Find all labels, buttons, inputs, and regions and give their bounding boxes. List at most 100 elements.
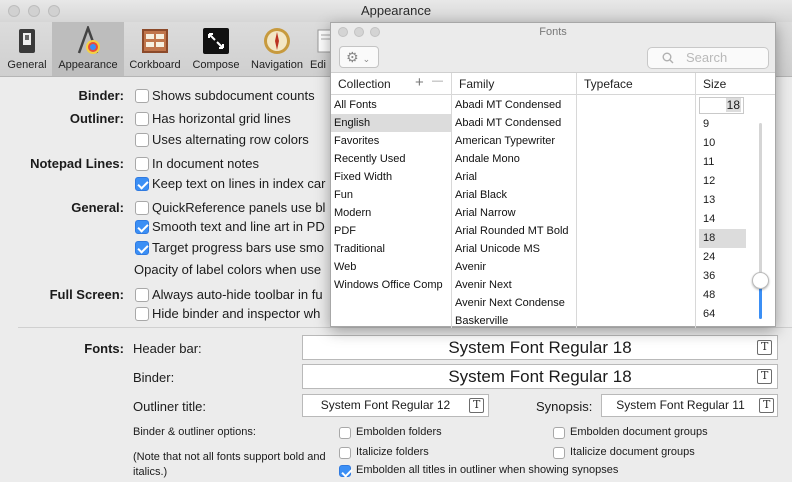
- tab-editing[interactable]: Edi: [308, 22, 330, 76]
- family-list: Abadi MT Condensed Abadi MT Condensed Amer…: [452, 96, 576, 328]
- auto-hide-toolbar-checkbox[interactable]: [135, 288, 149, 302]
- hide-binder-inspector-text: Hide binder and inspector wh: [152, 306, 321, 321]
- collection-item[interactable]: Web: [331, 258, 451, 276]
- collection-item[interactable]: All Fonts: [331, 96, 451, 114]
- header-bar-label: Header bar:: [133, 341, 202, 356]
- size-item[interactable]: 64: [699, 305, 746, 324]
- embolden-document-groups-checkbox[interactable]: [553, 427, 565, 439]
- label-opacity-text: Opacity of label colors when use: [134, 262, 322, 277]
- size-item[interactable]: 48: [699, 286, 746, 305]
- collection-list: All Fonts English Favorites Recently Used Fi…: [331, 96, 451, 328]
- outliner-title-font-field[interactable]: System Font Regular 12: [302, 394, 489, 417]
- binder-font-field[interactable]: System Font Regular 18: [302, 364, 778, 389]
- compass-icon: [264, 28, 290, 54]
- tab-compose[interactable]: Compose: [186, 22, 246, 76]
- synopsis-font-picker-button[interactable]: [759, 398, 774, 413]
- search-icon: [662, 52, 674, 64]
- size-item[interactable]: 36: [699, 267, 746, 286]
- target-progress-bars-checkbox[interactable]: [135, 241, 149, 255]
- outliner-title-font-picker-button[interactable]: [469, 398, 484, 413]
- quickreference-panels-checkbox[interactable]: [135, 201, 149, 215]
- color-brush-icon: [77, 26, 100, 54]
- font-size-input[interactable]: 18: [699, 97, 744, 114]
- header-bar-font-picker-button[interactable]: [757, 340, 772, 355]
- collection-item[interactable]: Windows Office Comp: [331, 276, 451, 294]
- synopsis-label: Synopsis:: [536, 399, 593, 414]
- size-column-header: Size: [696, 73, 775, 95]
- shows-subdocument-counts-text: Shows subdocument counts: [152, 88, 315, 103]
- corkboard-icon: [142, 29, 168, 53]
- family-item[interactable]: Arial: [452, 168, 576, 186]
- fonts-panel-zoom-button[interactable]: [370, 27, 380, 37]
- in-document-notes-checkbox[interactable]: [135, 157, 149, 171]
- fonts-panel-title: Fonts: [539, 26, 567, 38]
- fullscreen-icon: [203, 28, 229, 54]
- collection-item[interactable]: Recently Used: [331, 150, 451, 168]
- keep-text-on-lines-checkbox[interactable]: [135, 177, 149, 191]
- size-item[interactable]: 13: [699, 191, 746, 210]
- binder-font-picker-button[interactable]: [757, 369, 772, 384]
- family-item[interactable]: Abadi MT Condensed: [452, 114, 576, 132]
- remove-collection-button[interactable]: —: [432, 75, 443, 87]
- size-item[interactable]: 24: [699, 248, 746, 267]
- alternating-row-colors-text: Uses alternating row colors: [152, 132, 309, 147]
- fonts-panel-minimize-button[interactable]: [354, 27, 364, 37]
- collection-item[interactable]: Favorites: [331, 132, 451, 150]
- action-menu-button[interactable]: ⚙ ⌄: [339, 46, 379, 68]
- minimize-window-button[interactable]: [28, 5, 40, 17]
- collection-item[interactable]: English: [331, 114, 451, 132]
- synopsis-font-field[interactable]: System Font Regular 11: [601, 394, 778, 417]
- collection-item[interactable]: Traditional: [331, 240, 451, 258]
- italicize-folders-text: Italicize folders: [356, 446, 429, 458]
- italicize-document-groups-checkbox[interactable]: [553, 447, 565, 459]
- embolden-all-titles-checkbox[interactable]: [339, 465, 351, 477]
- family-item[interactable]: Arial Rounded MT Bold: [452, 222, 576, 240]
- close-window-button[interactable]: [8, 5, 20, 17]
- fonts-panel-close-button[interactable]: [338, 27, 348, 37]
- collection-item[interactable]: Fixed Width: [331, 168, 451, 186]
- header-bar-font-field[interactable]: System Font Regular 18: [302, 335, 778, 360]
- family-item[interactable]: American Typewriter: [452, 132, 576, 150]
- embolden-folders-checkbox[interactable]: [339, 427, 351, 439]
- family-item[interactable]: Avenir Next: [452, 276, 576, 294]
- horizontal-grid-lines-checkbox[interactable]: [135, 112, 149, 126]
- italicize-folders-checkbox[interactable]: [339, 447, 351, 459]
- shows-subdocument-counts-checkbox[interactable]: [135, 89, 149, 103]
- family-item[interactable]: Avenir: [452, 258, 576, 276]
- typeface-list: [577, 96, 695, 328]
- in-document-notes-text: In document notes: [152, 156, 259, 171]
- switch-icon: [19, 29, 35, 53]
- family-item[interactable]: Arial Narrow: [452, 204, 576, 222]
- add-collection-button[interactable]: +: [415, 74, 424, 91]
- alternating-row-colors-checkbox[interactable]: [135, 133, 149, 147]
- size-item[interactable]: 18: [699, 229, 746, 248]
- size-item[interactable]: 9: [699, 115, 746, 134]
- smooth-text-checkbox[interactable]: [135, 220, 149, 234]
- size-item[interactable]: 10: [699, 134, 746, 153]
- collection-item[interactable]: Modern: [331, 204, 451, 222]
- size-item[interactable]: 11: [699, 153, 746, 172]
- zoom-window-button[interactable]: [48, 5, 60, 17]
- embolden-folders-text: Embolden folders: [356, 426, 442, 438]
- family-item[interactable]: Avenir Next Condense: [452, 294, 576, 312]
- size-item[interactable]: 14: [699, 210, 746, 229]
- full-screen-label: Full Screen:: [49, 287, 124, 302]
- family-item[interactable]: Arial Black: [452, 186, 576, 204]
- hide-binder-inspector-checkbox[interactable]: [135, 307, 149, 321]
- binder-outliner-options-label: Binder & outliner options:: [133, 426, 256, 438]
- size-slider-knob[interactable]: [752, 271, 769, 289]
- tab-appearance[interactable]: Appearance: [52, 22, 124, 76]
- family-item[interactable]: Baskerville: [452, 312, 576, 328]
- collection-item[interactable]: PDF: [331, 222, 451, 240]
- tab-general[interactable]: General: [2, 22, 52, 76]
- size-item[interactable]: 12: [699, 172, 746, 191]
- tab-corkboard[interactable]: Corkboard: [124, 22, 186, 76]
- family-item[interactable]: Andale Mono: [452, 150, 576, 168]
- fonts-panel-title-bar: Fonts: [331, 23, 775, 41]
- font-search-input[interactable]: Search: [647, 47, 769, 69]
- family-item[interactable]: Abadi MT Condensed: [452, 96, 576, 114]
- auto-hide-toolbar-text: Always auto-hide toolbar in fu: [152, 287, 323, 302]
- tab-navigation[interactable]: Navigation: [246, 22, 308, 76]
- collection-item[interactable]: Fun: [331, 186, 451, 204]
- family-item[interactable]: Arial Unicode MS: [452, 240, 576, 258]
